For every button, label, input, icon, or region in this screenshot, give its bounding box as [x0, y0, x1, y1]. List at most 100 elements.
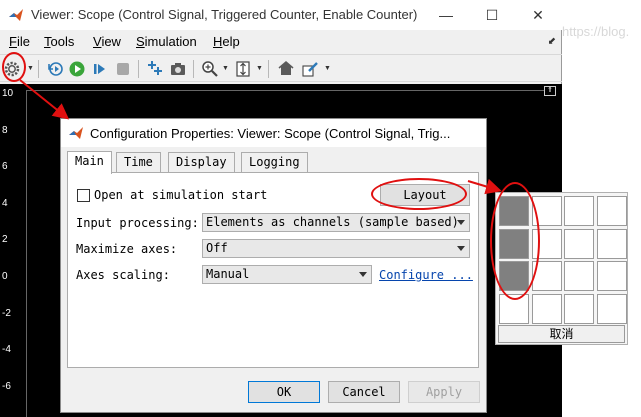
- restore-layout-button[interactable]: [276, 59, 296, 79]
- cancel-button[interactable]: Cancel: [328, 381, 400, 403]
- y-tick-label: -6: [2, 380, 11, 392]
- y-tick-label: -4: [2, 344, 11, 356]
- scale-axes-icon: [236, 61, 250, 77]
- matlab-logo-icon: [69, 127, 83, 139]
- y-tick-label: -2: [2, 307, 11, 319]
- snapshot-icon: [171, 63, 185, 75]
- undock-icon[interactable]: ⇑: [544, 86, 556, 96]
- gear-dropdown-icon[interactable]: ▼: [27, 65, 34, 72]
- layout-grid-cell[interactable]: [596, 293, 627, 324]
- layout-grid-cell[interactable]: [596, 261, 627, 291]
- axes-scaling-value: Manual: [206, 267, 250, 281]
- step-forward-icon: [94, 64, 105, 74]
- maximize-button[interactable]: ☐: [469, 0, 515, 30]
- input-processing-label: Input processing:: [76, 216, 199, 230]
- apply-button[interactable]: Apply: [408, 381, 480, 403]
- maximize-axes-label: Maximize axes:: [76, 242, 178, 256]
- minimize-button[interactable]: —: [423, 0, 469, 30]
- menu-simulation-mnemonic: S: [136, 34, 145, 49]
- zoom-dropdown-icon[interactable]: ▼: [222, 65, 229, 72]
- style-icon: [302, 62, 318, 77]
- dialog-title: Configuration Properties: Viewer: Scope …: [90, 126, 451, 141]
- style-button[interactable]: [300, 59, 320, 79]
- menu-bar: File Tools View Simulation Help ⬋: [0, 30, 562, 52]
- close-button[interactable]: ✕: [515, 0, 561, 30]
- axes-scaling-select[interactable]: Manual: [202, 265, 372, 284]
- minimize-icon: —: [439, 7, 453, 23]
- y-tick-label: 4: [2, 197, 8, 209]
- y-tick-label: 6: [2, 161, 8, 173]
- scale-axes-button[interactable]: [233, 59, 253, 79]
- dock-arrow-icon[interactable]: ⬋: [548, 36, 556, 47]
- menu-file-label: ile: [16, 34, 30, 49]
- y-tick-label: 10: [2, 88, 14, 99]
- window-title: Viewer: Scope (Control Signal, Triggered…: [31, 7, 418, 22]
- layout-grid-cell[interactable]: [564, 228, 594, 259]
- y-tick-label: 0: [2, 271, 8, 282]
- toolbar-separator: [138, 60, 139, 78]
- close-icon: ✕: [532, 6, 544, 23]
- dialog-titlebar: Configuration Properties: Viewer: Scope …: [61, 119, 486, 147]
- chevron-down-icon: [359, 272, 367, 277]
- layout-grid-cell[interactable]: [564, 293, 594, 324]
- layout-grid-cell[interactable]: [564, 261, 594, 291]
- step-back-button[interactable]: [45, 59, 65, 79]
- scale-dropdown-icon[interactable]: ▼: [256, 65, 263, 72]
- tab-logging[interactable]: Logging: [241, 152, 308, 173]
- window-titlebar: Viewer: Scope (Control Signal, Triggered…: [0, 0, 562, 30]
- menu-file[interactable]: File: [9, 34, 30, 49]
- y-tick-label: 2: [2, 234, 8, 246]
- menu-help[interactable]: Help: [213, 34, 240, 49]
- stop-icon: [117, 63, 129, 75]
- tab-main[interactable]: Main: [67, 151, 112, 174]
- layout-grid-cell[interactable]: [564, 196, 594, 226]
- matlab-logo-icon: [9, 9, 23, 21]
- maximize-icon: ☐: [485, 6, 499, 23]
- chevron-down-icon: [457, 220, 465, 225]
- menu-help-label: elp: [222, 34, 240, 49]
- tab-display[interactable]: Display: [168, 152, 235, 173]
- layout-grid-cell[interactable]: [531, 293, 562, 324]
- restore-icon: [278, 61, 294, 75]
- annotation-ellipse-grid: [490, 182, 540, 300]
- menu-help-mnemonic: H: [213, 34, 223, 49]
- maximize-axes-value: Off: [206, 241, 228, 255]
- toolbar-separator: [193, 60, 194, 78]
- annotation-ellipse-layout: [371, 178, 467, 210]
- menu-tools[interactable]: Tools: [44, 34, 74, 49]
- input-processing-select[interactable]: Elements as channels (sample based): [202, 213, 470, 232]
- menu-file-mnemonic: F: [9, 34, 17, 49]
- toolbar-separator: [268, 60, 269, 78]
- highlight-signal-icon: [148, 61, 162, 75]
- configuration-properties-dialog: Configuration Properties: Viewer: Scope …: [60, 118, 487, 413]
- axes-scaling-label: Axes scaling:: [76, 268, 170, 282]
- menu-simulation-label: imulation: [144, 34, 197, 49]
- run-icon: [69, 61, 85, 77]
- annotation-ellipse-gear: [2, 52, 26, 82]
- menu-view[interactable]: View: [93, 34, 121, 49]
- zoom-icon: [202, 61, 218, 77]
- highlight-signal-button[interactable]: [145, 59, 165, 79]
- menu-simulation[interactable]: Simulation: [136, 34, 197, 49]
- stop-button[interactable]: [113, 59, 133, 79]
- layout-grid-cell[interactable]: [596, 196, 627, 226]
- layout-cancel-button[interactable]: 取消: [498, 325, 625, 343]
- style-dropdown-icon[interactable]: ▼: [324, 65, 331, 72]
- snapshot-button[interactable]: [168, 59, 188, 79]
- step-back-icon: [48, 62, 63, 76]
- open-at-start-label: Open at simulation start: [94, 188, 268, 202]
- toolbar: ▼ ▼ ▼ ▼: [0, 54, 562, 82]
- menu-tools-label: ools: [50, 34, 75, 49]
- step-forward-button[interactable]: [90, 59, 110, 79]
- menu-view-label: iew: [101, 34, 121, 49]
- y-axis: 1086420-2-4-6-8: [0, 84, 26, 417]
- chevron-down-icon: [457, 246, 465, 251]
- configure-link[interactable]: Configure ...: [379, 268, 473, 282]
- layout-grid-cell[interactable]: [596, 228, 627, 259]
- maximize-axes-select[interactable]: Off: [202, 239, 470, 258]
- open-at-start-checkbox[interactable]: [77, 189, 90, 202]
- tab-time[interactable]: Time: [116, 152, 161, 173]
- zoom-button[interactable]: [200, 59, 220, 79]
- ok-button[interactable]: OK: [248, 381, 320, 403]
- run-button[interactable]: [67, 59, 87, 79]
